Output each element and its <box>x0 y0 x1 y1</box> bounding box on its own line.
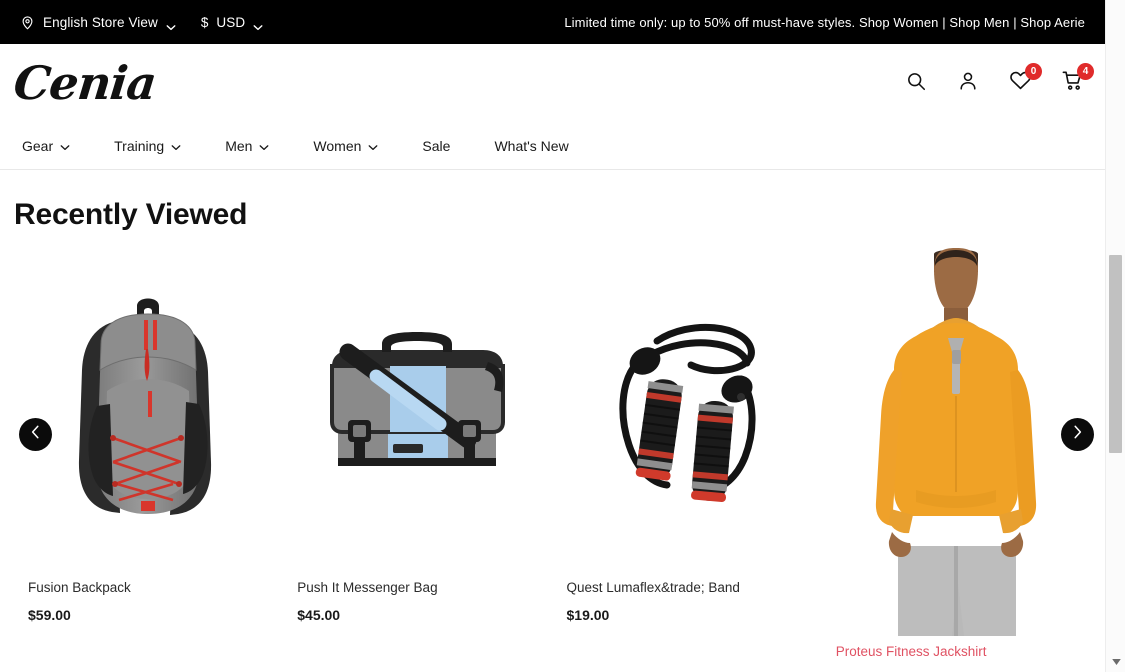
nav-label: Women <box>313 137 362 154</box>
promo-separator: | <box>1013 14 1017 30</box>
nav-label: Training <box>114 137 165 154</box>
resistance-band-icon <box>619 323 756 502</box>
product-card[interactable]: Proteus Fitness Jackshirt As low as$45.0… <box>822 246 1091 672</box>
cart-count-badge: 4 <box>1077 63 1094 80</box>
top-utility-bar: English Store View $ USD Limited time on… <box>0 0 1105 44</box>
triangle-down-icon <box>1111 652 1121 670</box>
chevron-down-icon <box>60 138 70 154</box>
main-navigation: Gear Training Men Women Sale What's New <box>0 122 1105 170</box>
nav-item-training[interactable]: Training <box>114 138 203 154</box>
product-name[interactable]: Quest Lumaflex&trade; Band <box>553 580 822 595</box>
product-image[interactable] <box>14 246 283 576</box>
account-icon <box>957 70 979 97</box>
promo-separator: | <box>942 14 946 30</box>
nav-item-gear[interactable]: Gear <box>22 138 92 154</box>
main-content: Recently Viewed Fusion Backpack $59.00 P… <box>0 170 1105 672</box>
header-icon-group: 0 4 <box>903 63 1094 96</box>
nav-label: What's New <box>494 137 569 154</box>
promo-link-shop-women[interactable]: Shop Women <box>859 15 939 30</box>
search-button[interactable] <box>903 70 929 96</box>
page-title: Recently Viewed <box>14 198 248 231</box>
page-root: English Store View $ USD Limited time on… <box>0 0 1125 672</box>
product-card[interactable]: Fusion Backpack $59.00 <box>14 246 283 672</box>
product-name[interactable]: Push It Messenger Bag <box>283 580 552 595</box>
product-list: Fusion Backpack $59.00 Push It Messenger… <box>0 246 1105 672</box>
nav-label: Gear <box>22 137 54 154</box>
cart-button[interactable]: 4 <box>1059 63 1094 96</box>
wishlist-button[interactable]: 0 <box>1007 63 1042 96</box>
promo-link-shop-aerie[interactable]: Shop Aerie <box>1020 15 1085 30</box>
vertical-scrollbar[interactable] <box>1105 0 1125 672</box>
model-orange-jacket-icon <box>876 248 1037 636</box>
product-image[interactable] <box>553 246 822 576</box>
store-view-label: English Store View <box>43 14 158 30</box>
product-image[interactable] <box>283 246 552 576</box>
product-price: $45.00 <box>297 607 341 623</box>
chevron-down-icon <box>166 19 176 31</box>
wishlist-count-badge: 0 <box>1025 63 1042 80</box>
site-header: Cenia 0 4 <box>0 44 1105 122</box>
carousel-next-button[interactable] <box>1061 418 1094 451</box>
chevron-down-icon <box>171 138 181 154</box>
nav-item-sale[interactable]: Sale <box>422 138 472 154</box>
currency-code: USD <box>216 14 246 30</box>
scrollbar-thumb[interactable] <box>1109 255 1122 453</box>
product-card[interactable]: Push It Messenger Bag $45.00 <box>283 246 552 672</box>
promo-text: Limited time only: up to 50% off must-ha… <box>564 14 856 30</box>
currency-switcher[interactable]: $ USD <box>200 14 263 31</box>
search-icon <box>905 70 927 97</box>
promo-link-shop-men[interactable]: Shop Men <box>949 15 1009 30</box>
nav-label: Men <box>225 137 253 154</box>
gray-backpack-icon <box>79 298 212 515</box>
location-pin-icon <box>20 15 35 30</box>
product-image[interactable] <box>822 246 1091 636</box>
product-price: $19.00 <box>566 607 610 623</box>
nav-item-whats-new[interactable]: What's New <box>494 138 590 154</box>
product-name[interactable]: Fusion Backpack <box>14 580 283 595</box>
scroll-down-button[interactable] <box>1106 652 1125 670</box>
messenger-bag-icon <box>330 331 506 466</box>
chevron-left-icon <box>31 425 40 444</box>
chevron-down-icon <box>259 138 269 154</box>
promo-message: Limited time only: up to 50% off must-ha… <box>564 15 1085 30</box>
chevron-right-icon <box>1073 425 1082 444</box>
product-card[interactable]: Quest Lumaflex&trade; Band $19.00 <box>553 246 822 672</box>
product-price: $59.00 <box>28 607 71 623</box>
nav-item-women[interactable]: Women <box>313 138 400 154</box>
nav-item-men[interactable]: Men <box>225 138 291 154</box>
account-button[interactable] <box>955 70 981 96</box>
carousel-prev-button[interactable] <box>19 418 52 451</box>
product-name[interactable]: Proteus Fitness Jackshirt <box>822 644 1091 659</box>
recently-viewed-carousel: Fusion Backpack $59.00 Push It Messenger… <box>0 246 1105 672</box>
chevron-down-icon <box>253 19 263 31</box>
nav-label: Sale <box>422 137 451 154</box>
chevron-down-icon <box>368 138 378 154</box>
store-view-switcher[interactable]: English Store View <box>20 14 176 31</box>
topbar-left-group: English Store View $ USD <box>20 14 263 31</box>
currency-symbol: $ <box>200 14 209 30</box>
site-logo[interactable]: Cenia <box>11 56 158 110</box>
